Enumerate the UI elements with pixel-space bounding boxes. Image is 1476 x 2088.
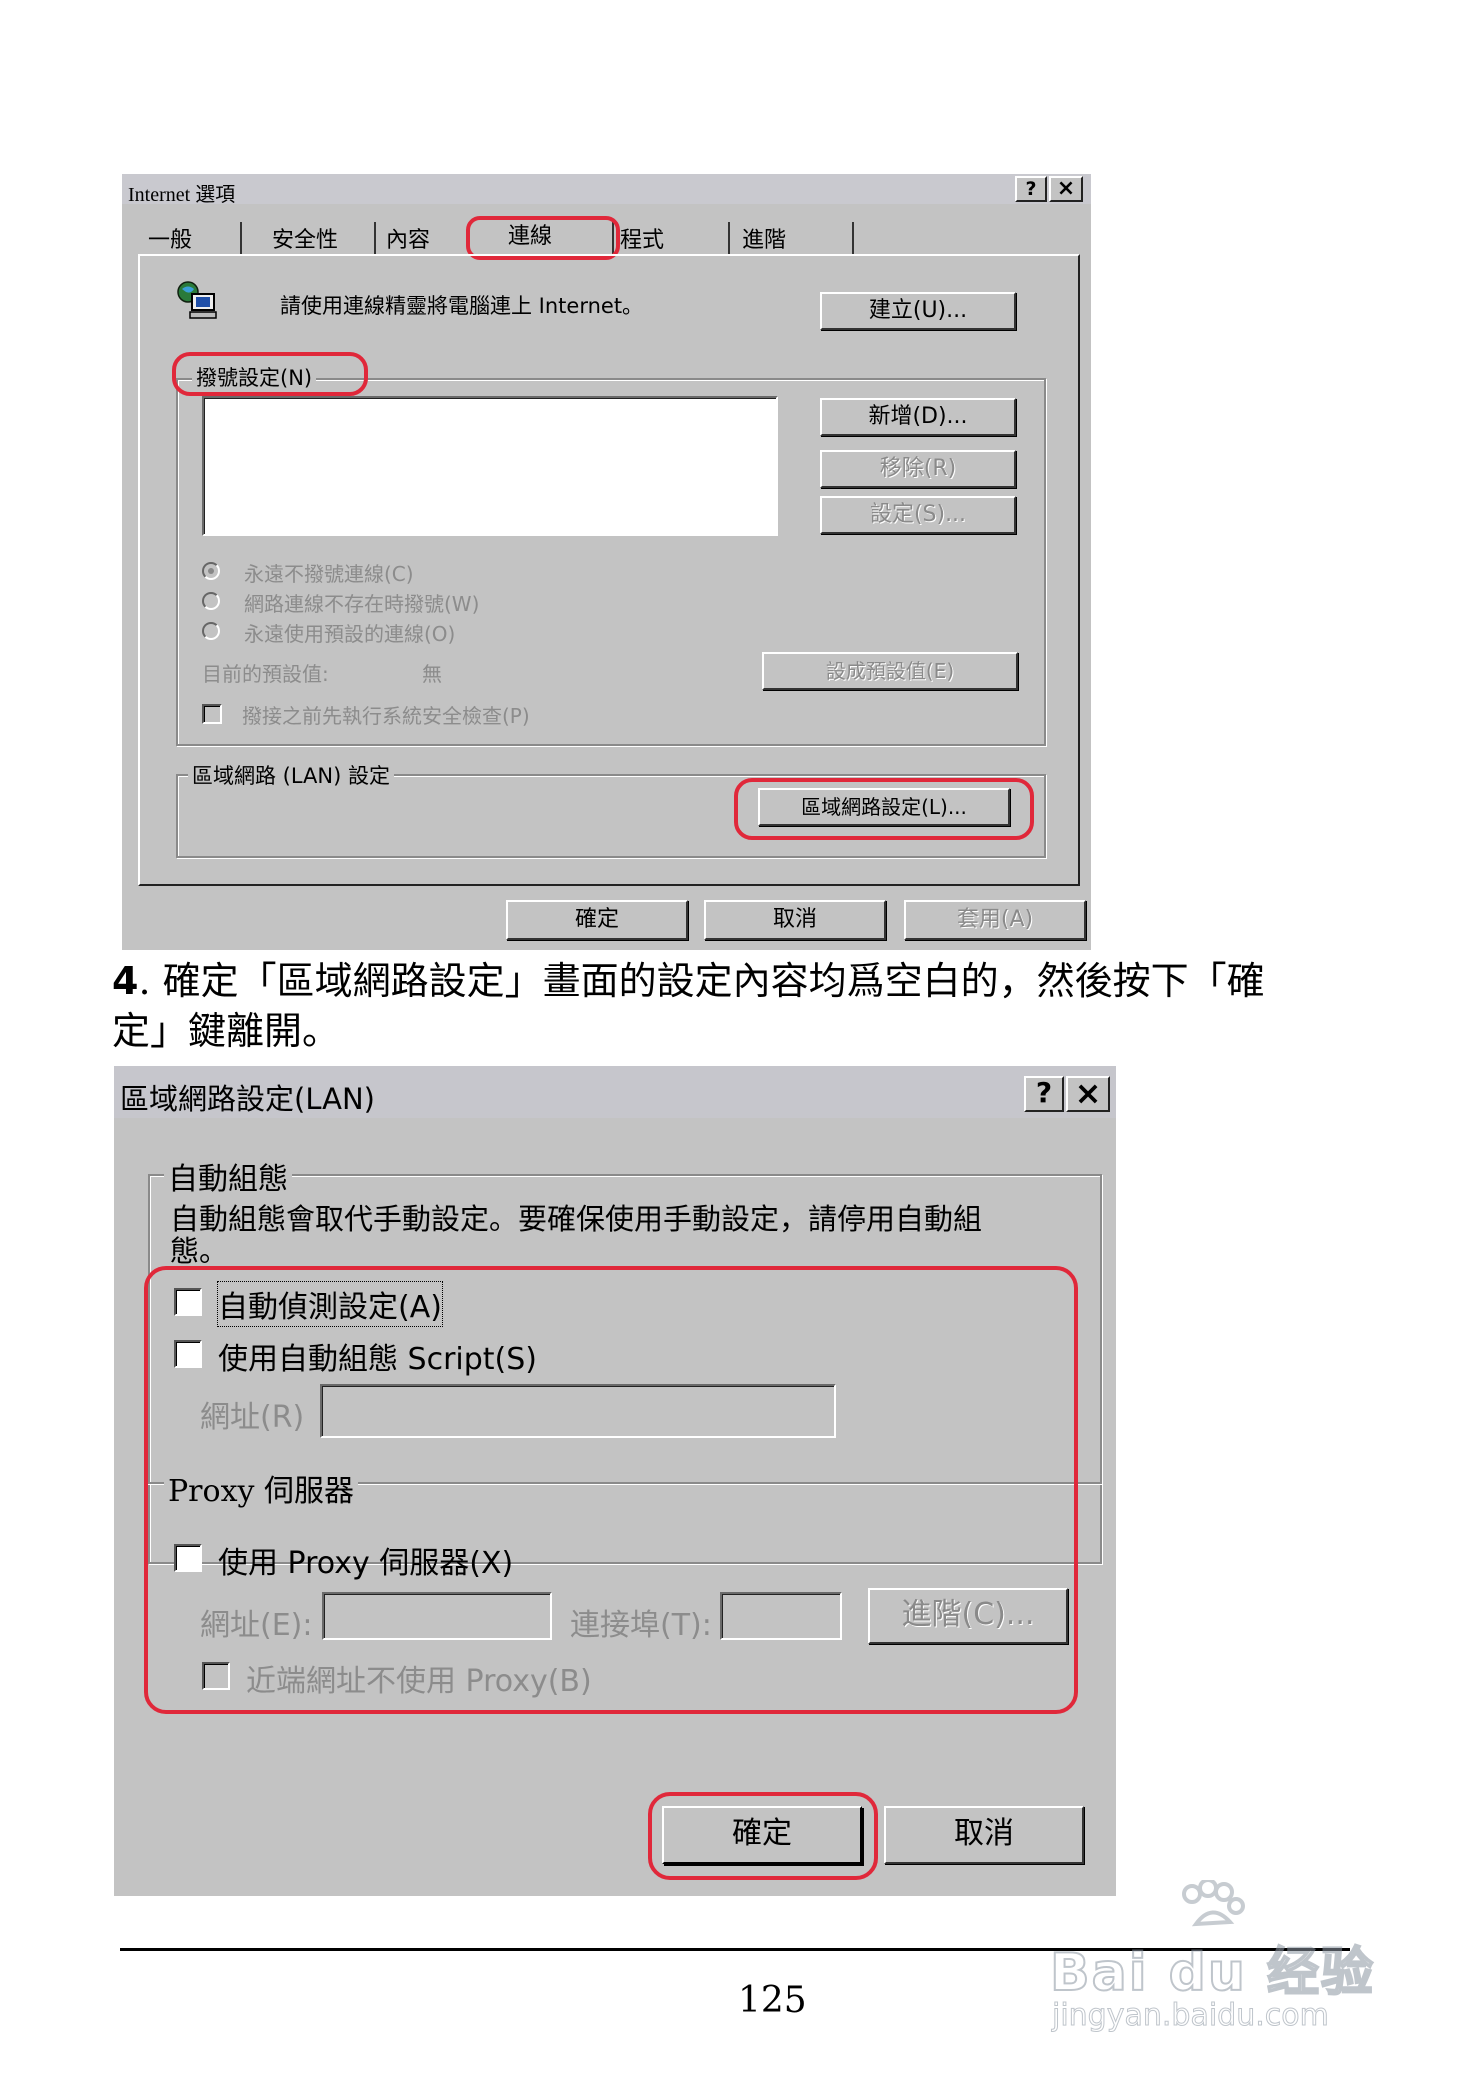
baidu-jingyan-watermark: Bai du 经验 jingyan.baidu.com — [1040, 1880, 1420, 2040]
radio-never-dial-label: 永遠不撥號連線(C) — [244, 562, 414, 586]
highlight-dialup-label — [172, 352, 368, 396]
settings-button[interactable]: 設定(S)... — [820, 496, 1016, 534]
radio-dial-when-needed-label: 網路連線不存在時撥號(W) — [244, 592, 480, 616]
watermark-brand: Bai du 经验 — [1049, 1942, 1375, 2004]
highlight-settings-area — [144, 1266, 1078, 1714]
close-button[interactable]: × — [1049, 176, 1083, 202]
auto-config-description-line-1: 自動組態會取代手動設定。要確保使用手動設定，請停用自動組 — [170, 1202, 983, 1236]
paw-icon — [1182, 1880, 1245, 1927]
dialog-title: Internet 選項 — [128, 184, 236, 206]
dialog-title-bar: Internet 選項 ? × — [122, 174, 1091, 206]
instruction-paragraph: 4. 確定「區域網路設定」畫面的設定內容均爲空白的，然後按下「確 定」鍵離開。 — [112, 956, 1372, 1056]
help-button[interactable]: ? — [1024, 1076, 1064, 1112]
step-number: 4 — [112, 959, 139, 1003]
internet-options-dialog: Internet 選項 ? × 一般 安全性 內容 連線 程式 進階 請使用連線… — [122, 174, 1091, 950]
setup-button[interactable]: 建立(U)... — [820, 292, 1016, 330]
auto-config-group-label: 自動組態 — [164, 1154, 292, 1198]
instruction-line-1: 4. 確定「區域網路設定」畫面的設定內容均爲空白的，然後按下「確 — [112, 956, 1372, 1006]
security-check-label: 撥接之前先執行系統安全檢查(P) — [242, 704, 530, 728]
highlight-lan-button — [734, 778, 1034, 840]
tab-advanced[interactable]: 進階 — [742, 222, 786, 254]
cancel-button[interactable]: 取消 — [704, 900, 886, 940]
auto-config-description-line-2: 態。 — [170, 1234, 229, 1268]
wizard-text: 請使用連線精靈將電腦連上 Internet。 — [280, 294, 644, 318]
watermark-url: jingyan.baidu.com — [1052, 1998, 1330, 2034]
dialog-title-bar: 區域網路設定(LAN) ? × — [114, 1066, 1116, 1118]
instruction-text-1: . 確定「區域網路設定」畫面的設定內容均爲空白的，然後按下「確 — [138, 959, 1265, 1003]
instruction-line-2: 定」鍵離開。 — [112, 1009, 341, 1053]
lan-settings-dialog: 區域網路設定(LAN) ? × 自動組態 自動組態會取代手動設定。要確保使用手動… — [114, 1066, 1116, 1896]
radio-always-default-label: 永遠使用預設的連線(O) — [244, 622, 456, 646]
close-button[interactable]: × — [1066, 1076, 1110, 1112]
tab-separator — [728, 222, 730, 254]
tab-separator — [374, 222, 376, 254]
remove-button[interactable]: 移除(R) — [820, 450, 1016, 488]
current-default-label: 目前的預設值: — [202, 662, 329, 686]
tab-separator — [240, 222, 242, 254]
radio-dial-when-needed[interactable] — [202, 592, 220, 610]
set-default-button[interactable]: 設成預設值(E) — [762, 652, 1018, 690]
help-button[interactable]: ? — [1015, 176, 1047, 202]
dialog-title: 區域網路設定(LAN) — [120, 1082, 375, 1116]
tab-programs[interactable]: 程式 — [620, 222, 664, 254]
cancel-button[interactable]: 取消 — [884, 1806, 1084, 1864]
tab-separator — [852, 222, 854, 254]
tab-security[interactable]: 安全性 — [272, 222, 338, 254]
security-check-checkbox[interactable] — [202, 704, 222, 724]
page-number: 125 — [738, 1980, 807, 2021]
radio-always-default[interactable] — [202, 622, 220, 640]
apply-button[interactable]: 套用(A) — [904, 900, 1086, 940]
highlight-ok-button — [648, 1792, 878, 1880]
radio-never-dial[interactable] — [202, 562, 220, 580]
current-default-value: 無 — [422, 662, 442, 686]
radio-dot — [208, 568, 214, 574]
add-button[interactable]: 新增(D)... — [820, 398, 1016, 436]
tab-content[interactable]: 內容 — [386, 222, 430, 254]
connection-wizard-icon — [174, 280, 220, 322]
ok-button[interactable]: 確定 — [506, 900, 688, 940]
tab-general[interactable]: 一般 — [148, 222, 192, 254]
dialup-connections-list[interactable] — [202, 396, 778, 536]
lan-group-label: 區域網路 (LAN) 設定 — [188, 760, 394, 790]
